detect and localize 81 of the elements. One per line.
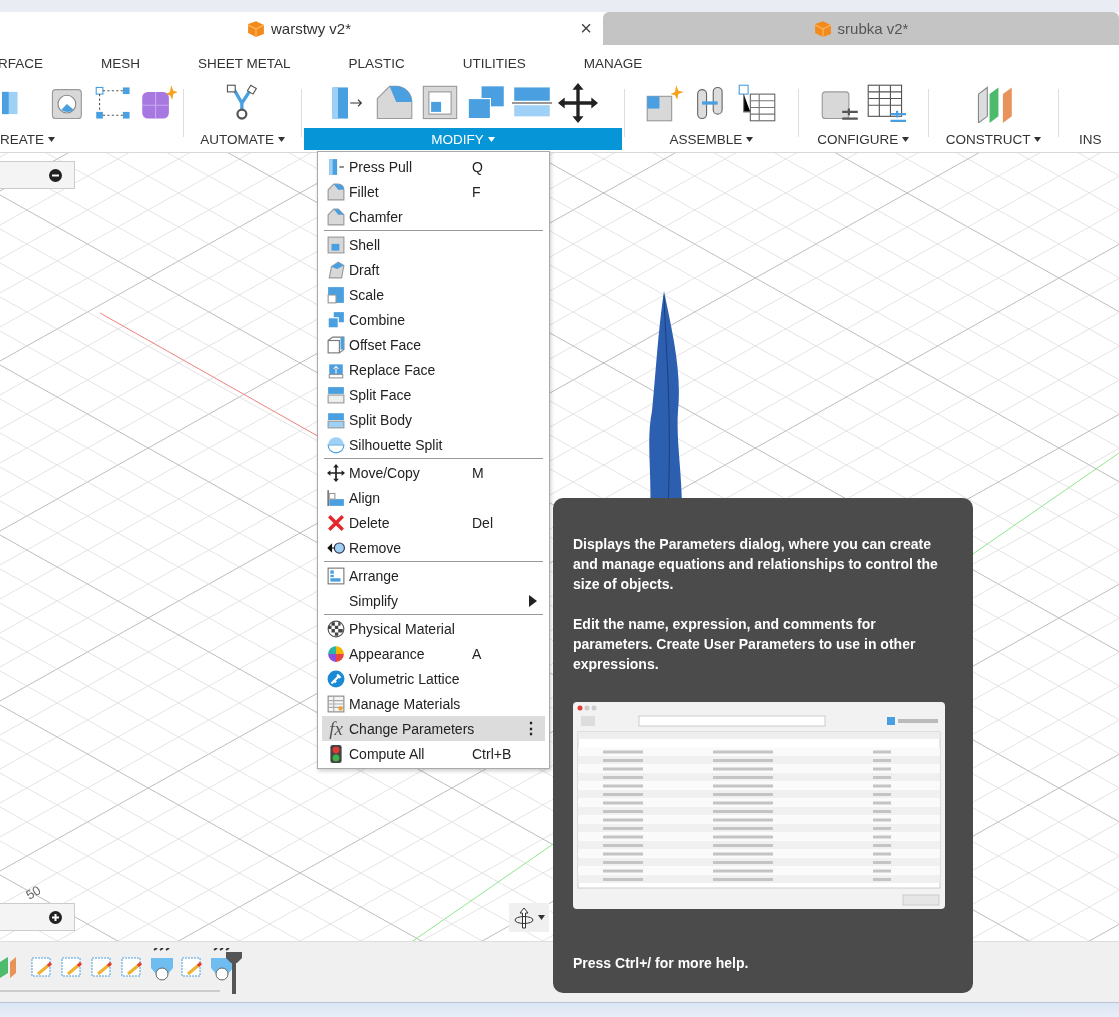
menu-item[interactable]: Move/Copy M xyxy=(322,460,545,485)
lattice-icon xyxy=(327,669,345,688)
cube-icon xyxy=(247,19,265,38)
ribbon-tab[interactable]: SHEET METAL xyxy=(198,55,291,71)
move-tool-icon[interactable] xyxy=(558,83,598,123)
split-square-icon xyxy=(327,385,345,404)
cube-outline-icon xyxy=(327,335,345,354)
ribbon-tab[interactable]: MANAGE xyxy=(583,55,643,71)
rounded-block-icon xyxy=(327,182,345,201)
ribbon-tab[interactable]: PLASTIC xyxy=(348,55,405,71)
formula-symbol: fx xyxy=(329,719,343,738)
split-slab-icon xyxy=(327,410,345,429)
table-icon xyxy=(327,694,345,713)
caret-icon xyxy=(1034,136,1042,142)
checker-ball-icon xyxy=(327,619,345,638)
menu-item[interactable]: Align xyxy=(322,485,545,510)
slab-arrow-icon xyxy=(327,157,345,176)
menu-item[interactable]: Compute All Ctrl+B xyxy=(322,741,545,766)
menu-item[interactable]: Appearance A xyxy=(322,641,545,666)
axis-label: 50 xyxy=(23,882,44,903)
tree-table-icon[interactable] xyxy=(737,83,778,123)
menu-item[interactable]: Volumetric Lattice xyxy=(322,666,545,691)
menu-item[interactable]: Scale xyxy=(322,282,545,307)
square-icon xyxy=(327,285,345,304)
menu-item[interactable]: Split Face xyxy=(322,382,545,407)
timeline-marker[interactable] xyxy=(226,952,242,994)
tool-group-menu[interactable]: ASSEMBLE xyxy=(627,128,796,150)
menu-item[interactable]: Delete Del xyxy=(322,510,545,535)
blocks-icon xyxy=(327,310,345,329)
tool-group-menu[interactable]: REATE xyxy=(0,128,182,150)
tooltip-text: Displays the Parameters dialog, where you can create and manage equations and relationships to control the size of objects. xyxy=(573,535,939,594)
more-options-button[interactable]: ⋮ xyxy=(523,719,539,738)
tooltip-help-text: Press Ctrl+/ for more help. xyxy=(573,954,750,973)
extrude-icon[interactable] xyxy=(150,948,174,982)
ribbon-tab[interactable]: MESH xyxy=(101,55,141,71)
menu-item[interactable]: Physical Material xyxy=(322,616,545,641)
orbit-button[interactable] xyxy=(509,903,549,932)
orbit-icon xyxy=(513,906,534,929)
traffic-light-icon xyxy=(327,744,345,763)
menu-item[interactable]: Chamfer xyxy=(322,204,545,229)
config-table-icon[interactable] xyxy=(866,83,907,123)
tool-group-menu[interactable]: INS xyxy=(1061,128,1119,150)
menu-item[interactable]: fx Change Parameters ⋮ xyxy=(322,716,545,741)
menu-item[interactable]: Draft xyxy=(322,257,545,282)
ribbon-tab[interactable]: UTILITIES xyxy=(462,55,526,71)
menu-item[interactable]: Simplify xyxy=(322,588,545,613)
caret-icon xyxy=(746,136,754,142)
layout-icon xyxy=(327,566,345,585)
cube-icon xyxy=(813,19,832,38)
tool-group-menu[interactable]: CONFIGURE xyxy=(800,128,926,150)
menu-item[interactable]: Split Body xyxy=(322,407,545,432)
tooltip-text: Edit the name, expression, and comments for parameters. Create User Parameters to use in other expressions. xyxy=(573,615,917,674)
beveled-block-icon xyxy=(327,207,345,226)
collapse-icon[interactable] xyxy=(49,168,62,182)
move-icon xyxy=(327,463,345,482)
tool-group-menu[interactable]: AUTOMATE xyxy=(186,128,299,150)
caret-icon xyxy=(48,136,55,142)
menu-item[interactable]: Offset Face xyxy=(322,332,545,357)
document-tab[interactable]: srubka v2* xyxy=(603,12,1119,45)
menu-item[interactable]: Replace Face xyxy=(322,357,545,382)
caret-icon xyxy=(902,136,910,142)
color-wheel-icon xyxy=(327,644,345,663)
tilted-block-icon xyxy=(327,260,345,279)
caret-icon xyxy=(487,136,495,142)
menu-item[interactable]: Shell xyxy=(322,232,545,257)
menu-item[interactable]: Arrange xyxy=(322,563,545,588)
menu-item[interactable]: Manage Materials xyxy=(322,691,545,716)
menu-item[interactable]: Press Pull Q xyxy=(322,154,545,179)
caret-icon xyxy=(277,136,285,142)
menu-item[interactable]: Silhouette Split xyxy=(322,432,545,457)
menu-item[interactable]: Remove xyxy=(322,535,545,560)
menu-item[interactable]: Fillet F xyxy=(322,179,545,204)
sphere-icon xyxy=(327,435,345,454)
tool-group-menu[interactable]: CONSTRUCT xyxy=(930,128,1057,150)
expand-icon[interactable] xyxy=(49,910,62,924)
close-button[interactable]: × xyxy=(580,17,592,40)
menu-item[interactable]: Combine xyxy=(322,307,545,332)
align-icon xyxy=(327,488,345,507)
hollow-box-icon xyxy=(327,235,345,254)
cross-icon xyxy=(327,513,345,532)
caret-icon xyxy=(537,915,545,920)
